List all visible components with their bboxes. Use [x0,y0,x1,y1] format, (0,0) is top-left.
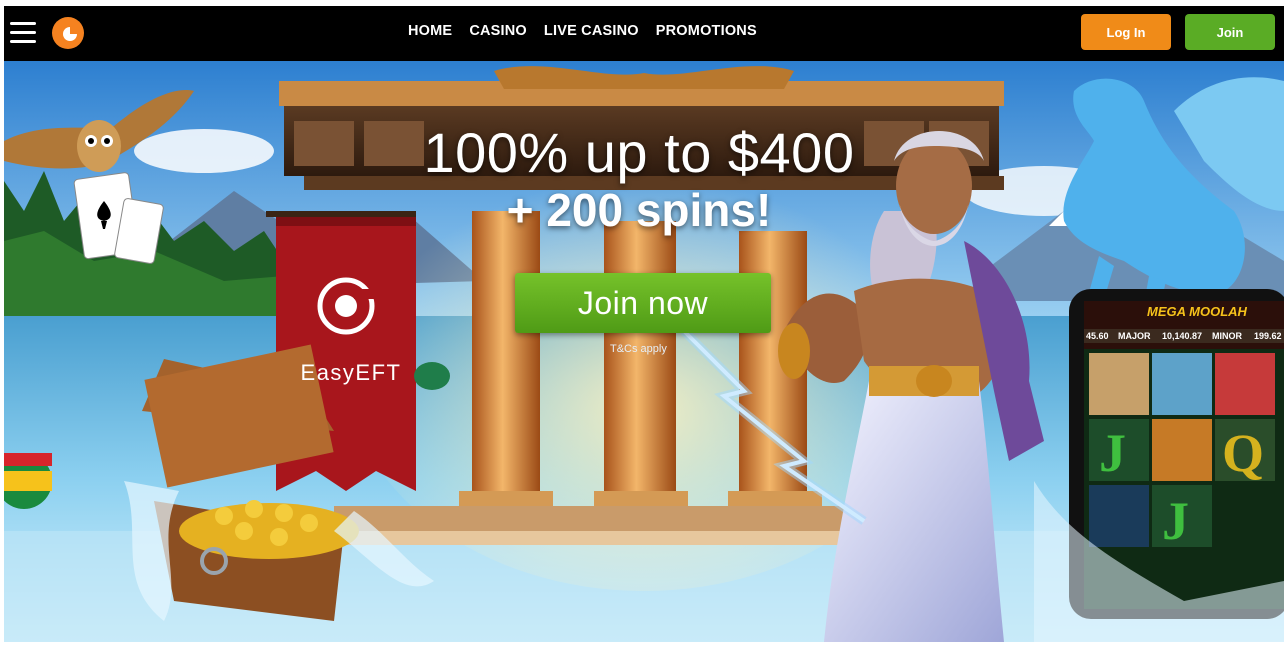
jackpot-minor-label: MINOR [1212,331,1242,341]
svg-text:J: J [1162,491,1189,551]
svg-text:J: J [1099,423,1126,483]
jackpot-minor-value: 199.62 [1254,331,1282,341]
top-navigation-bar: HOME CASINO LIVE CASINO PROMOTIONS Log I… [4,6,1284,61]
nav-live-casino[interactable]: LIVE CASINO [544,23,639,39]
promo-headline-line2: + 200 spins! [506,184,772,236]
slot-game-title: MEGA MOOLAH [1147,304,1247,319]
page-frame: HOME CASINO LIVE CASINO PROMOTIONS Log I… [4,6,1284,642]
main-nav: HOME CASINO LIVE CASINO PROMOTIONS [408,23,757,39]
join-now-button[interactable]: Join now [515,273,771,333]
hero-banner: J Q J 100% up to $400 + 200 spins! Join … [4,61,1284,642]
slot-left-value: 45.60 [1086,331,1109,341]
promo-headline: 100% up to $400 + 200 spins! [4,123,1274,237]
brand-logo-icon[interactable] [51,16,85,50]
nav-promotions[interactable]: PROMOTIONS [656,23,757,39]
easyeft-banner-label: EasyEFT [300,360,402,385]
nav-casino[interactable]: CASINO [469,23,527,39]
nav-home[interactable]: HOME [408,23,452,39]
svg-text:Q: Q [1222,423,1264,483]
login-button[interactable]: Log In [1081,14,1171,50]
promo-headline-line1: 100% up to $400 [423,121,855,184]
jackpot-major-label: MAJOR [1118,331,1151,341]
hamburger-menu-icon[interactable] [10,22,36,44]
join-button[interactable]: Join [1185,14,1275,50]
jackpot-major-value: 10,140.87 [1162,331,1203,341]
terms-link[interactable]: T&Cs apply [610,343,667,355]
